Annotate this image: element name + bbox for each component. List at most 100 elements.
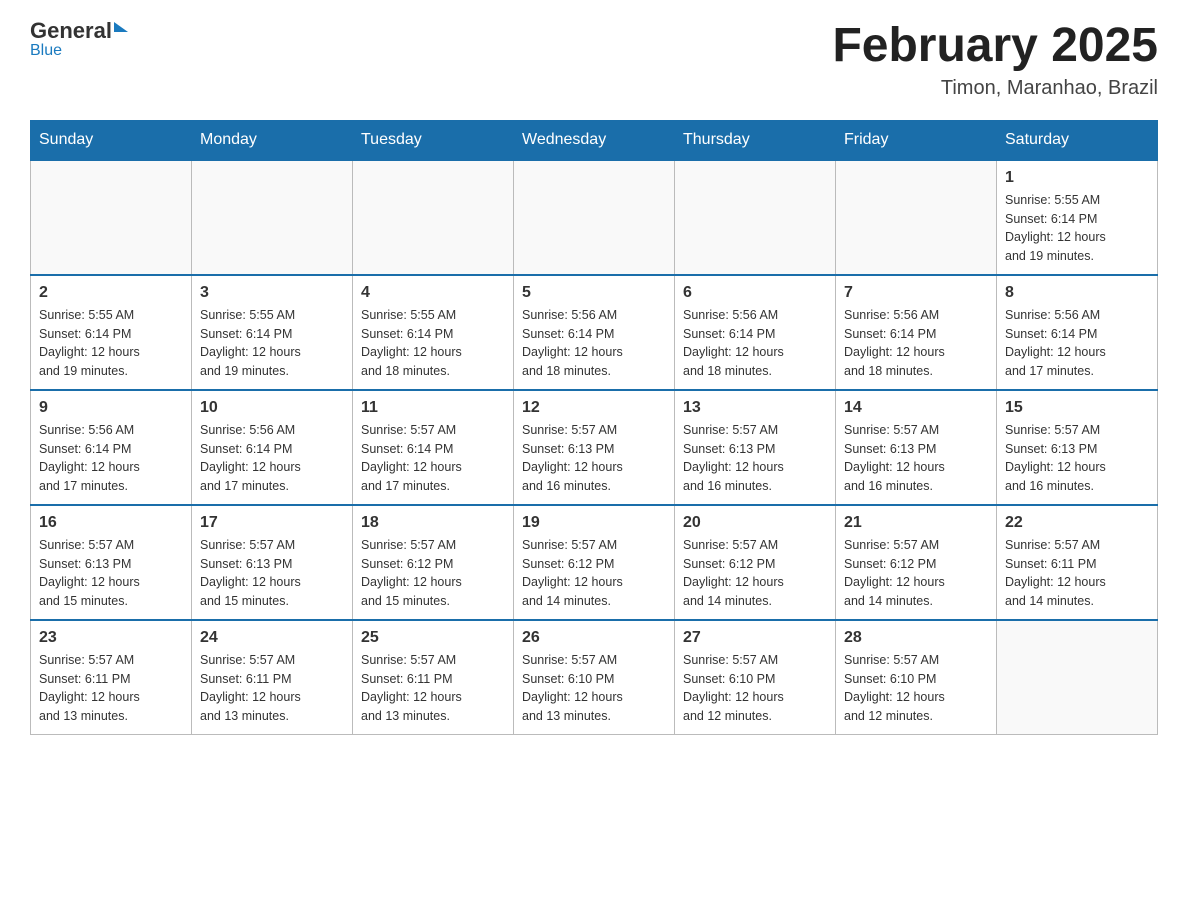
calendar-cell: 19 Sunrise: 5:57 AM Sunset: 6:12 PM Dayli…: [514, 505, 675, 620]
col-thursday: Thursday: [675, 120, 836, 160]
day-info: Sunrise: 5:57 AM Sunset: 6:13 PM Dayligh…: [200, 536, 344, 611]
col-friday: Friday: [836, 120, 997, 160]
day-number: 26: [522, 629, 666, 647]
week-row: 2 Sunrise: 5:55 AM Sunset: 6:14 PM Daylig…: [31, 275, 1158, 390]
calendar-cell: 24 Sunrise: 5:57 AM Sunset: 6:11 PM Dayli…: [192, 620, 353, 735]
day-info: Sunrise: 5:57 AM Sunset: 6:10 PM Dayligh…: [683, 651, 827, 726]
day-number: 15: [1005, 399, 1149, 417]
day-number: 10: [200, 399, 344, 417]
calendar-cell: 9Sunrise: 5:56 AM Sunset: 6:14 PM Daylig…: [31, 390, 192, 505]
day-info: Sunrise: 5:57 AM Sunset: 6:12 PM Dayligh…: [522, 536, 666, 611]
location: Timon, Maranhao, Brazil: [832, 77, 1158, 100]
day-info: Sunrise: 5:57 AM Sunset: 6:11 PM Dayligh…: [200, 651, 344, 726]
day-info: Sunrise: 5:55 AM Sunset: 6:14 PM Dayligh…: [39, 306, 183, 381]
day-number: 9: [39, 399, 183, 417]
page-header: General Blue February 2025 Timon, Maranh…: [30, 20, 1158, 100]
day-number: 24: [200, 629, 344, 647]
calendar-cell: 23 Sunrise: 5:57 AM Sunset: 6:11 PM Dayli…: [31, 620, 192, 735]
day-number: 16: [39, 514, 183, 532]
calendar-cell: 10 Sunrise: 5:56 AM Sunset: 6:14 PM Dayli…: [192, 390, 353, 505]
calendar-cell: 17 Sunrise: 5:57 AM Sunset: 6:13 PM Dayli…: [192, 505, 353, 620]
day-info: Sunrise: 5:57 AM Sunset: 6:12 PM Dayligh…: [844, 536, 988, 611]
day-number: 18: [361, 514, 505, 532]
calendar-cell: 4 Sunrise: 5:55 AM Sunset: 6:14 PM Daylig…: [353, 275, 514, 390]
day-number: 1: [1005, 169, 1149, 187]
day-number: 2: [39, 284, 183, 302]
day-number: 28: [844, 629, 988, 647]
day-info: Sunrise: 5:57 AM Sunset: 6:13 PM Dayligh…: [1005, 421, 1149, 496]
day-info: Sunrise: 5:57 AM Sunset: 6:11 PM Dayligh…: [39, 651, 183, 726]
day-number: 25: [361, 629, 505, 647]
calendar-cell: 20 Sunrise: 5:57 AM Sunset: 6:12 PM Dayli…: [675, 505, 836, 620]
day-number: 22: [1005, 514, 1149, 532]
calendar-cell: 2 Sunrise: 5:55 AM Sunset: 6:14 PM Daylig…: [31, 275, 192, 390]
month-title: February 2025: [832, 20, 1158, 73]
calendar-cell: 16Sunrise: 5:57 AM Sunset: 6:13 PM Dayli…: [31, 505, 192, 620]
calendar-cell: 8 Sunrise: 5:56 AM Sunset: 6:14 PM Daylig…: [997, 275, 1158, 390]
day-info: Sunrise: 5:56 AM Sunset: 6:14 PM Dayligh…: [844, 306, 988, 381]
logo-blue-text: Blue: [30, 42, 62, 59]
calendar-cell: 25 Sunrise: 5:57 AM Sunset: 6:11 PM Dayli…: [353, 620, 514, 735]
day-info: Sunrise: 5:57 AM Sunset: 6:10 PM Dayligh…: [844, 651, 988, 726]
day-number: 4: [361, 284, 505, 302]
calendar-cell: 6 Sunrise: 5:56 AM Sunset: 6:14 PM Daylig…: [675, 275, 836, 390]
calendar-cell: 14Sunrise: 5:57 AM Sunset: 6:13 PM Dayli…: [836, 390, 997, 505]
logo-general-text: General: [30, 20, 112, 42]
calendar-cell: [997, 620, 1158, 735]
day-info: Sunrise: 5:57 AM Sunset: 6:13 PM Dayligh…: [844, 421, 988, 496]
day-number: 17: [200, 514, 344, 532]
calendar-cell: [353, 160, 514, 275]
day-number: 19: [522, 514, 666, 532]
calendar-table: Sunday Monday Tuesday Wednesday Thursday…: [30, 120, 1158, 735]
week-row: 1 Sunrise: 5:55 AM Sunset: 6:14 PM Daylig…: [31, 160, 1158, 275]
day-number: 13: [683, 399, 827, 417]
day-number: 8: [1005, 284, 1149, 302]
day-info: Sunrise: 5:56 AM Sunset: 6:14 PM Dayligh…: [200, 421, 344, 496]
calendar-cell: 18 Sunrise: 5:57 AM Sunset: 6:12 PM Dayli…: [353, 505, 514, 620]
calendar-cell: 22 Sunrise: 5:57 AM Sunset: 6:11 PM Dayli…: [997, 505, 1158, 620]
col-monday: Monday: [192, 120, 353, 160]
day-number: 3: [200, 284, 344, 302]
calendar-cell: [675, 160, 836, 275]
day-number: 5: [522, 284, 666, 302]
day-number: 7: [844, 284, 988, 302]
day-number: 21: [844, 514, 988, 532]
calendar-cell: 13 Sunrise: 5:57 AM Sunset: 6:13 PM Dayli…: [675, 390, 836, 505]
week-row: 9 Sunrise: 5:56 AM Sunset: 6:14 PM Daylig…: [31, 390, 1158, 505]
day-info: Sunrise: 5:57 AM Sunset: 6:12 PM Dayligh…: [683, 536, 827, 611]
calendar-cell: [836, 160, 997, 275]
calendar-cell: 1 Sunrise: 5:55 AM Sunset: 6:14 PM Daylig…: [997, 160, 1158, 275]
day-info: Sunrise: 5:57 AM Sunset: 6:13 PM Dayligh…: [683, 421, 827, 496]
day-info: Sunrise: 5:57 AM Sunset: 6:10 PM Dayligh…: [522, 651, 666, 726]
day-info: Sunrise: 5:57 AM Sunset: 6:14 PM Dayligh…: [361, 421, 505, 496]
calendar-cell: 15 Sunrise: 5:57 AM Sunset: 6:13 PM Dayli…: [997, 390, 1158, 505]
logo: General Blue: [30, 20, 128, 60]
day-number: 20: [683, 514, 827, 532]
day-info: Sunrise: 5:57 AM Sunset: 6:11 PM Dayligh…: [361, 651, 505, 726]
day-number: 6: [683, 284, 827, 302]
day-number: 27: [683, 629, 827, 647]
day-info: Sunrise: 5:55 AM Sunset: 6:14 PM Dayligh…: [1005, 191, 1149, 266]
logo-arrow-icon: [114, 22, 128, 32]
day-number: 12: [522, 399, 666, 417]
calendar-cell: 3 Sunrise: 5:55 AM Sunset: 6:14 PM Daylig…: [192, 275, 353, 390]
calendar-cell: 26 Sunrise: 5:57 AM Sunset: 6:10 PM Dayli…: [514, 620, 675, 735]
title-section: February 2025 Timon, Maranhao, Brazil: [832, 20, 1158, 100]
day-info: Sunrise: 5:55 AM Sunset: 6:14 PM Dayligh…: [361, 306, 505, 381]
calendar-cell: [192, 160, 353, 275]
calendar-cell: 5 Sunrise: 5:56 AM Sunset: 6:14 PM Daylig…: [514, 275, 675, 390]
calendar-cell: 7 Sunrise: 5:56 AM Sunset: 6:14 PM Daylig…: [836, 275, 997, 390]
day-number: 23: [39, 629, 183, 647]
day-info: Sunrise: 5:56 AM Sunset: 6:14 PM Dayligh…: [522, 306, 666, 381]
day-info: Sunrise: 5:56 AM Sunset: 6:14 PM Dayligh…: [1005, 306, 1149, 381]
col-sunday: Sunday: [31, 120, 192, 160]
day-info: Sunrise: 5:57 AM Sunset: 6:12 PM Dayligh…: [361, 536, 505, 611]
day-info: Sunrise: 5:56 AM Sunset: 6:14 PM Dayligh…: [683, 306, 827, 381]
day-info: Sunrise: 5:57 AM Sunset: 6:11 PM Dayligh…: [1005, 536, 1149, 611]
day-number: 11: [361, 399, 505, 417]
calendar-cell: [514, 160, 675, 275]
col-tuesday: Tuesday: [353, 120, 514, 160]
col-wednesday: Wednesday: [514, 120, 675, 160]
week-row: 23 Sunrise: 5:57 AM Sunset: 6:11 PM Dayli…: [31, 620, 1158, 735]
day-info: Sunrise: 5:55 AM Sunset: 6:14 PM Dayligh…: [200, 306, 344, 381]
